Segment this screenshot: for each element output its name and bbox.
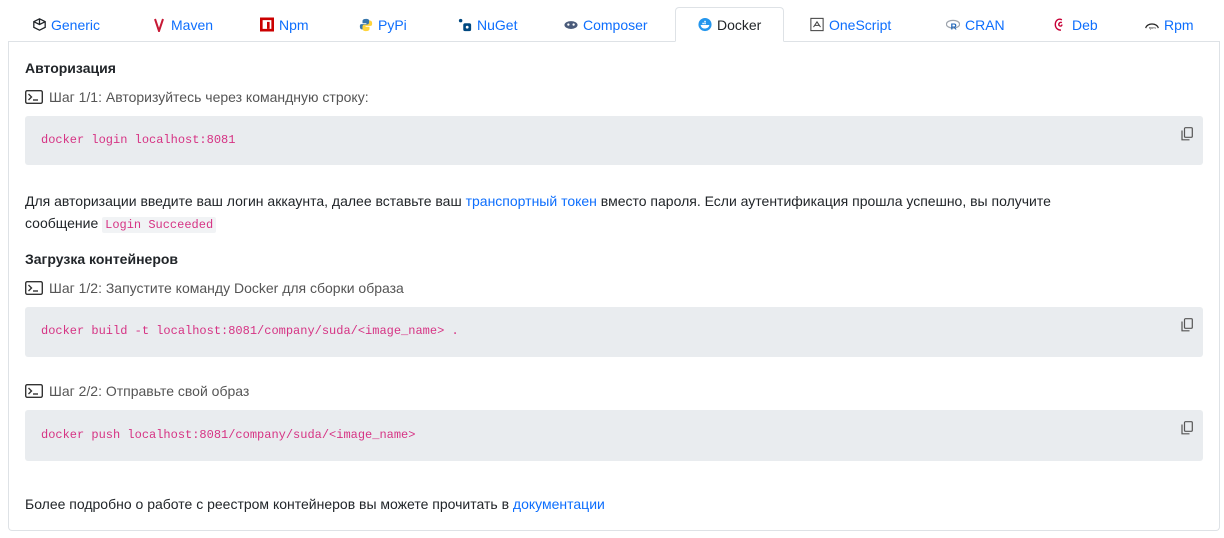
tab-maven[interactable]: Maven	[128, 7, 229, 42]
upload-heading: Загрузка контейнеров	[25, 251, 179, 267]
python-icon	[359, 18, 373, 32]
svg-text:rpm: rpm	[1149, 24, 1156, 29]
maven-icon	[152, 18, 166, 32]
auth-step: Шаг 1/1: Авторизуйтесь через командную с…	[24, 89, 369, 105]
upload-step-1-text: Шаг 1/2: Запустите команду Docker для сб…	[49, 280, 404, 296]
rpm-icon: rpm	[1145, 18, 1159, 32]
tab-label: Npm	[279, 16, 309, 33]
tab-label: Rpm	[1164, 16, 1194, 33]
tab-label: CRAN	[965, 16, 1005, 33]
upload-step-2: Шаг 2/2: Отправьте свой образ	[24, 383, 250, 399]
copy-icon[interactable]	[1181, 127, 1193, 141]
tab-label: Generic	[51, 16, 101, 33]
tab-rpm[interactable]: rpm Rpm	[1121, 7, 1210, 42]
tab-cran[interactable]: R CRAN	[922, 7, 1021, 42]
tab-deb[interactable]: Deb	[1029, 7, 1114, 42]
tab-pypi[interactable]: PyPi	[335, 7, 423, 42]
documentation-link[interactable]: документации	[513, 496, 605, 512]
upload-step-1: Шаг 1/2: Запустите команду Docker для сб…	[24, 280, 404, 296]
auth-command[interactable]: docker login localhost:8081	[41, 133, 235, 147]
push-command[interactable]: docker push localhost:8081/company/suda/…	[41, 428, 415, 442]
terminal-icon	[24, 89, 44, 105]
onescript-icon	[810, 17, 824, 32]
tab-label: Composer	[583, 16, 648, 33]
push-command-block: docker push localhost:8081/company/suda/…	[25, 410, 1203, 461]
auth-desc-text-2: вместо пароля. Если аутентификация прошл…	[596, 193, 1051, 209]
tab-nuget[interactable]: NuGet	[434, 7, 533, 42]
tab-label: PyPi	[378, 16, 407, 33]
copy-icon[interactable]	[1181, 318, 1193, 332]
tab-label: NuGet	[477, 16, 518, 33]
npm-icon	[260, 17, 274, 32]
tab-label: Docker	[717, 16, 762, 33]
tab-composer[interactable]: Composer	[540, 7, 664, 42]
tab-label: OneScript	[829, 16, 892, 33]
auth-desc-text: Для авторизации введите ваш логин аккаун…	[25, 193, 466, 209]
terminal-icon	[24, 383, 44, 399]
box-icon	[32, 18, 46, 32]
auth-desc-text-3: сообщение	[25, 215, 103, 231]
copy-icon[interactable]	[1181, 421, 1193, 435]
svg-text:R: R	[951, 21, 957, 31]
debian-icon	[1053, 18, 1067, 32]
tab-label: Deb	[1072, 16, 1098, 33]
package-type-tabs: Generic Maven Npm PyPi NuGet Composer Do…	[8, 7, 1220, 42]
composer-icon	[564, 18, 578, 32]
build-command[interactable]: docker build -t localhost:8081/company/s…	[41, 324, 459, 338]
auth-step-text: Шаг 1/1: Авторизуйтесь через командную с…	[49, 89, 369, 105]
tab-generic[interactable]: Generic	[8, 7, 116, 42]
docs-note: Более подробно о работе с реестром конте…	[25, 493, 605, 515]
tab-label: Maven	[171, 16, 214, 33]
auth-description: Для авторизации введите ваш логин аккаун…	[25, 190, 1205, 236]
docker-icon	[698, 17, 712, 32]
tab-onescript[interactable]: OneScript	[786, 7, 907, 42]
docs-note-text: Более подробно о работе с реестром конте…	[25, 496, 513, 512]
build-command-block: docker build -t localhost:8081/company/s…	[25, 307, 1203, 357]
auth-command-block: docker login localhost:8081	[25, 116, 1203, 165]
upload-step-2-text: Шаг 2/2: Отправьте свой образ	[49, 383, 250, 399]
r-icon: R	[946, 18, 960, 32]
auth-heading: Авторизация	[25, 60, 116, 76]
terminal-icon	[24, 280, 44, 296]
transport-token-link[interactable]: транспортный токен	[466, 193, 597, 209]
tab-docker[interactable]: Docker	[675, 7, 785, 42]
login-succeeded-code: Login Succeeded	[102, 217, 217, 233]
tab-npm[interactable]: Npm	[236, 7, 325, 42]
nuget-icon	[458, 18, 472, 32]
